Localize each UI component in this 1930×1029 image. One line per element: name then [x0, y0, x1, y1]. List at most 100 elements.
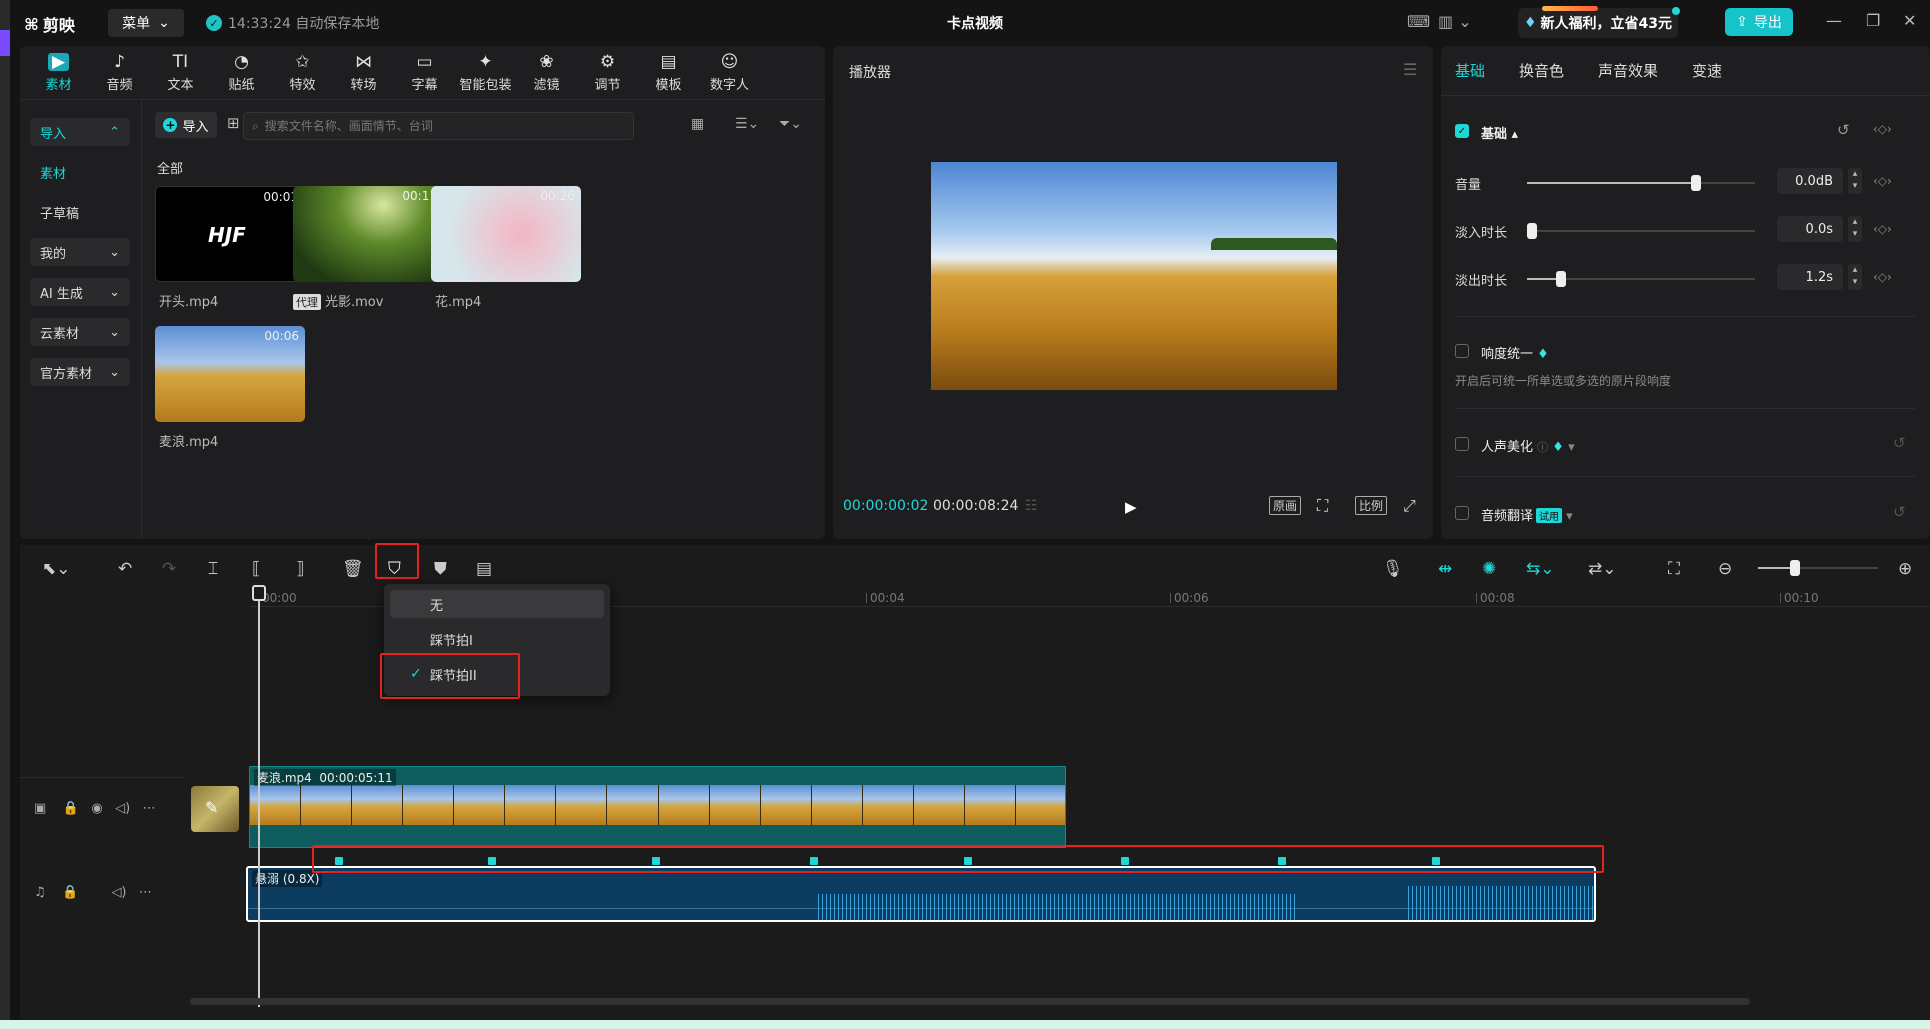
- play-icon[interactable]: ▶: [1125, 498, 1137, 516]
- video-clip[interactable]: 麦浪.mp4 00:00:05:11: [249, 766, 1066, 848]
- delete-icon[interactable]: 🗑: [342, 559, 364, 579]
- sidebar-item-material[interactable]: 素材: [30, 158, 130, 186]
- marker-icon[interactable]: ⛊: [434, 559, 447, 579]
- zoom-in-icon[interactable]: ⊕: [1898, 559, 1912, 579]
- tool-transition[interactable]: ⋈ 转场: [333, 46, 394, 100]
- fade-out-stepper[interactable]: ▴ ▾: [1848, 264, 1862, 290]
- close-icon[interactable]: ✕: [1903, 11, 1916, 30]
- lock-icon[interactable]: 🔒: [62, 885, 78, 900]
- beat-option-none[interactable]: 无: [390, 590, 604, 618]
- tab-voice-change[interactable]: 换音色: [1519, 60, 1564, 81]
- tool-smart-pack[interactable]: ✦ 智能包装: [455, 46, 516, 100]
- menu-button[interactable]: 菜单 ⌄: [108, 9, 184, 37]
- preview-axis-icon[interactable]: ⇄⌄: [1588, 559, 1617, 579]
- translate-checkbox[interactable]: [1455, 506, 1469, 520]
- screenshot-icon[interactable]: ⛶: [1317, 496, 1328, 516]
- sort-icon[interactable]: ☰⌄: [735, 116, 759, 132]
- cover-thumbnail[interactable]: ✎: [191, 786, 239, 832]
- fade-in-knob[interactable]: [1526, 223, 1537, 239]
- tab-basic[interactable]: 基础: [1455, 60, 1485, 81]
- tab-sound-effect[interactable]: 声音效果: [1598, 60, 1658, 81]
- import-button[interactable]: + 导入: [155, 112, 217, 138]
- volume-knob[interactable]: [1690, 175, 1701, 191]
- split-right-icon[interactable]: ⟧: [296, 559, 304, 579]
- fade-out-slider[interactable]: [1527, 271, 1755, 287]
- audio-clip[interactable]: 悬溺 (0.8X): [246, 866, 1596, 922]
- search-input[interactable]: [264, 119, 605, 133]
- media-item-flower[interactable]: 00:26: [431, 186, 581, 282]
- tool-subtitle[interactable]: ▭ 字幕: [394, 46, 455, 100]
- zoom-slider[interactable]: [1758, 560, 1878, 576]
- tool-material[interactable]: ▶ 素材: [28, 46, 89, 100]
- filter-funnel-icon[interactable]: ⏷⌄: [779, 116, 802, 132]
- fade-in-stepper[interactable]: ▴ ▾: [1848, 216, 1862, 242]
- undo-icon[interactable]: ↶: [118, 559, 132, 579]
- list-icon[interactable]: ☷: [1025, 498, 1038, 514]
- media-item-intro[interactable]: 00:01 HJF: [155, 186, 305, 282]
- split-icon[interactable]: ⌶: [208, 559, 218, 579]
- subtitle-recognize-icon[interactable]: ▤: [476, 559, 492, 579]
- grid-view-icon[interactable]: ▦: [691, 116, 704, 132]
- layout-icon[interactable]: ▥ ⌄: [1438, 12, 1472, 31]
- fullscreen-icon[interactable]: ⤢: [1403, 496, 1416, 516]
- split-left-icon[interactable]: ⟦: [252, 559, 260, 579]
- horizontal-scrollbar[interactable]: [190, 998, 1750, 1005]
- keyboard-icon[interactable]: ⌨: [1407, 12, 1430, 31]
- tab-speed[interactable]: 变速: [1692, 60, 1722, 81]
- beat-option-1[interactable]: 踩节拍I: [390, 625, 604, 653]
- keyframe-icon[interactable]: ‹◇›: [1873, 122, 1892, 136]
- tool-digital-human[interactable]: ☺ 数字人: [699, 46, 760, 100]
- keyframe-icon[interactable]: ‹◇›: [1873, 222, 1892, 236]
- menu-lines-icon[interactable]: ☰: [1403, 60, 1417, 79]
- tool-filter[interactable]: ❀ 滤镜: [516, 46, 577, 100]
- lock-icon[interactable]: 🔒: [63, 801, 79, 816]
- sidebar-item-ai[interactable]: AI 生成 ⌄: [30, 278, 130, 306]
- loudness-checkbox[interactable]: [1455, 344, 1469, 358]
- volume-slider[interactable]: [1527, 175, 1755, 191]
- sidebar-item-subdraft[interactable]: 子草稿: [30, 198, 130, 226]
- keyframe-icon[interactable]: ‹◇›: [1873, 174, 1892, 188]
- volume-value[interactable]: 0.0dB: [1777, 168, 1843, 194]
- restore-icon[interactable]: ❐: [1866, 11, 1880, 30]
- tool-effects[interactable]: ✩ 特效: [272, 46, 333, 100]
- zoom-out-icon[interactable]: ⊖: [1718, 559, 1732, 579]
- fade-in-value[interactable]: 0.0s: [1777, 216, 1843, 242]
- fade-in-slider[interactable]: [1526, 223, 1755, 239]
- auto-snap-icon[interactable]: ✺: [1482, 559, 1496, 579]
- media-item-wheat[interactable]: 00:06: [155, 326, 305, 422]
- promo-button[interactable]: ♦ 新人福利，立省43元: [1518, 6, 1680, 38]
- media-item-light[interactable]: 00:11: [293, 186, 443, 282]
- ratio-button[interactable]: 比例: [1355, 496, 1388, 515]
- more-icon[interactable]: ⋯: [143, 801, 156, 816]
- tool-audio[interactable]: ♪ 音频: [89, 46, 150, 100]
- export-button[interactable]: ⇪ 导出: [1725, 8, 1793, 36]
- sidebar-item-mine[interactable]: 我的 ⌄: [30, 238, 130, 266]
- sidebar-item-import[interactable]: 导入 ⌃: [30, 118, 130, 146]
- select-cursor-icon[interactable]: ⬉⌄: [42, 559, 71, 579]
- playhead[interactable]: [252, 585, 266, 1007]
- basic-checkbox[interactable]: ✓: [1455, 124, 1469, 138]
- fit-zoom-icon[interactable]: ⛶: [1668, 559, 1680, 579]
- eye-icon[interactable]: ◉: [91, 801, 102, 816]
- tool-adjust[interactable]: ⚙ 调节: [577, 46, 638, 100]
- sidebar-item-cloud[interactable]: 云素材 ⌄: [30, 318, 130, 346]
- redo-icon[interactable]: ↷: [162, 559, 176, 579]
- playhead-handle[interactable]: [252, 585, 266, 601]
- sidebar-item-official[interactable]: 官方素材 ⌄: [30, 358, 130, 386]
- reset-icon[interactable]: ↺: [1893, 434, 1906, 452]
- fade-out-value[interactable]: 1.2s: [1777, 264, 1843, 290]
- tool-text[interactable]: TI 文本: [150, 46, 211, 100]
- speaker-icon[interactable]: ◁): [115, 801, 130, 816]
- reset-icon[interactable]: ↺: [1893, 503, 1906, 521]
- reset-icon[interactable]: ↺: [1837, 121, 1850, 139]
- volume-stepper[interactable]: ▴ ▾: [1848, 168, 1862, 194]
- fade-out-knob[interactable]: [1556, 271, 1567, 287]
- tool-template[interactable]: ▤ 模板: [638, 46, 699, 100]
- tool-sticker[interactable]: ◔ 贴纸: [211, 46, 272, 100]
- voice-beauty-checkbox[interactable]: [1455, 437, 1469, 451]
- main-track-magnet-icon[interactable]: ⇹: [1438, 559, 1452, 579]
- original-button[interactable]: 原画: [1269, 496, 1302, 515]
- speaker-icon[interactable]: ◁): [111, 885, 126, 900]
- more-icon[interactable]: ⋯: [139, 885, 152, 900]
- qr-code-icon[interactable]: ⊞: [227, 114, 240, 132]
